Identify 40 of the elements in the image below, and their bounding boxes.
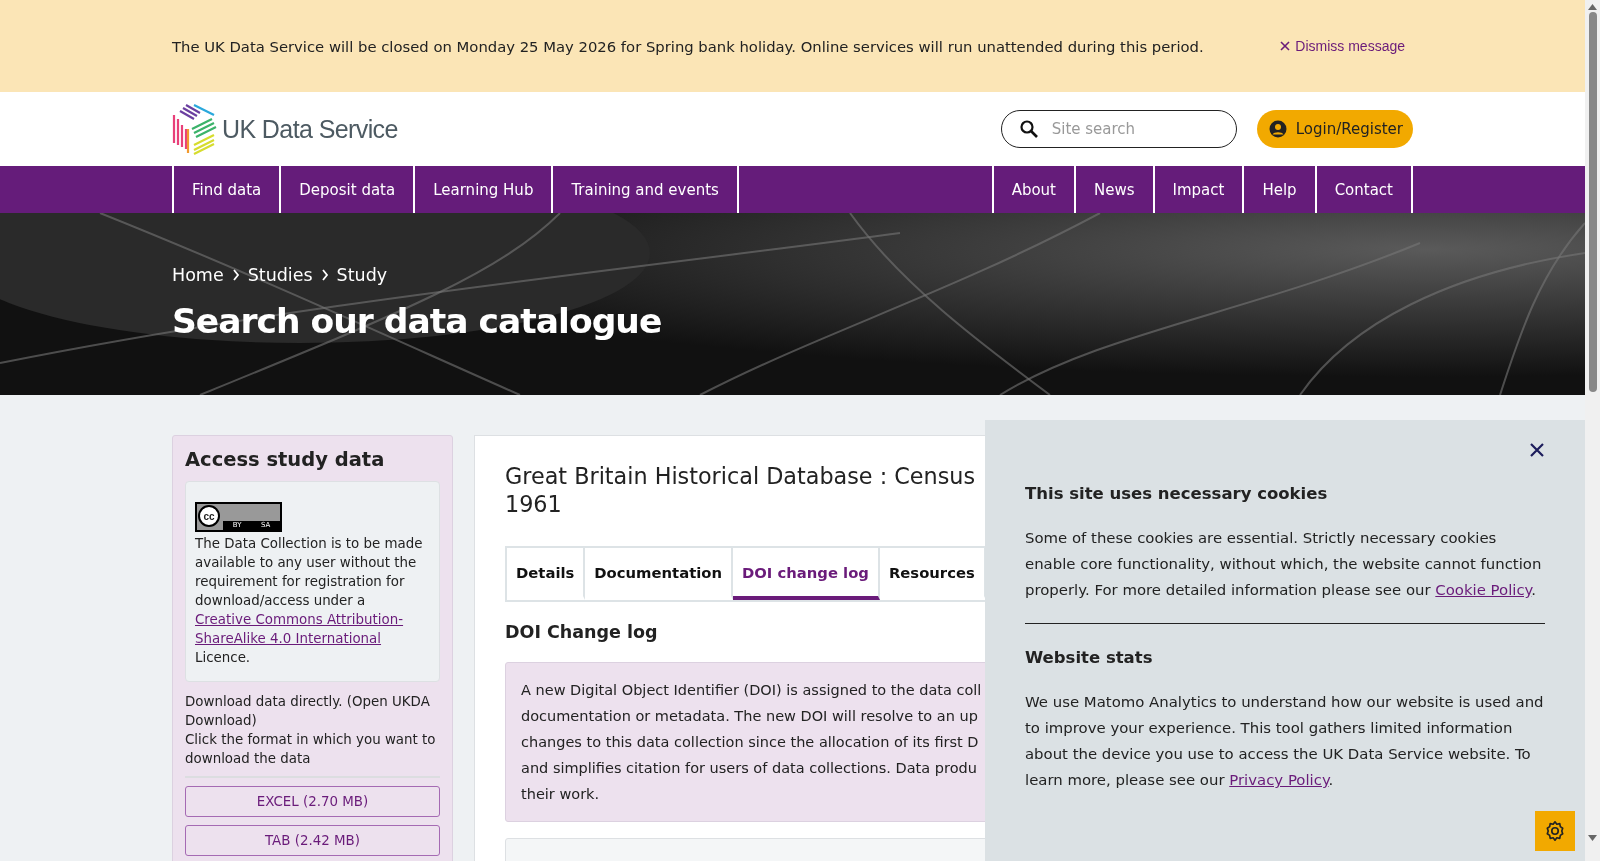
- tab[interactable]: DOI change log: [733, 548, 880, 600]
- cookie-text: We use Matomo Analytics to understand how our website is used and to improve your experience. This tool gathers limited information about the device you use to access the UK Data Service website. To learn more, please see our Privacy Policy.: [1025, 692, 1545, 791]
- breadcrumb-link[interactable]: Study: [336, 265, 388, 285]
- licence-text: The Data Collection is to be made available to any user without the requirement for registration for download/access under a Creative Commons Attribution-ShareAlike 4.0 International Licence.: [195, 534, 431, 667]
- cookie-text: Some of these cookies are essential. Strictly necessary cookies enable core functionality, without which, the website cannot function properly. For more detailed information please see our Cookie Policy.: [1025, 528, 1543, 601]
- policy-link[interactable]: Privacy Policy: [1229, 771, 1329, 789]
- breadcrumb-link[interactable]: Home: [172, 265, 224, 285]
- download-instruction: Click the format in which you want to download the data: [185, 731, 437, 768]
- settings-icon: [1544, 820, 1566, 842]
- logo-text: UK Data Service: [222, 114, 398, 144]
- scroll-up-icon[interactable]: [1588, 4, 1597, 10]
- breadcrumb-link[interactable]: Studies: [247, 265, 313, 285]
- scrollbar[interactable]: [1585, 0, 1600, 861]
- chevron-icon: [231, 269, 240, 281]
- study-title: Great Britain Historical Database : Census 1961: [505, 462, 977, 518]
- search-field[interactable]: Site search: [1000, 110, 1237, 148]
- page-title: Search our data catalogue: [172, 301, 663, 341]
- sidebar-title: Access study data: [185, 448, 386, 471]
- close-icon: [1529, 442, 1545, 458]
- user-icon: [1268, 120, 1287, 138]
- chevron-icon: [320, 269, 329, 281]
- download-button[interactable]: TAB (2.42 MB): [185, 825, 440, 856]
- download-note: Download data directly. (Open UKDA Download): [185, 693, 431, 730]
- scrollbar-thumb[interactable]: [1588, 12, 1597, 392]
- search-icon: [1018, 119, 1039, 139]
- licence-link[interactable]: Creative Commons Attribution-ShareAlike 4.0 International: [195, 610, 431, 648]
- section-title: DOI Change log: [505, 622, 659, 642]
- login-button[interactable]: Login/Register: [1256, 110, 1413, 148]
- cookie-heading: This site uses necessary cookies: [1025, 484, 1329, 503]
- cookie-heading: Website stats: [1025, 648, 1154, 667]
- banner-message: The UK Data Service will be closed on Monday 25 May 2026 for Spring bank holiday. Online services will run unattended during this period.: [172, 37, 1204, 55]
- scroll-down-icon[interactable]: [1588, 835, 1597, 841]
- notice-text: A new Digital Object Identifier (DOI) is assigned to the data coll documentation or metadata. The new DOI will resolve to an up changes to this data collection since the allocation of its first D and simplifies citation for users of data collections. Data produ their work.: [521, 681, 982, 804]
- download-button[interactable]: EXCEL (2.70 MB): [185, 786, 440, 817]
- site-logo[interactable]: UK Data Service: [172, 103, 398, 155]
- settings-button[interactable]: [1535, 811, 1575, 851]
- policy-link[interactable]: Cookie Policy: [1435, 581, 1532, 599]
- close-icon: [1280, 41, 1291, 51]
- logo-icon: [172, 103, 218, 155]
- dismiss-button[interactable]: Dismiss message: [1280, 38, 1413, 54]
